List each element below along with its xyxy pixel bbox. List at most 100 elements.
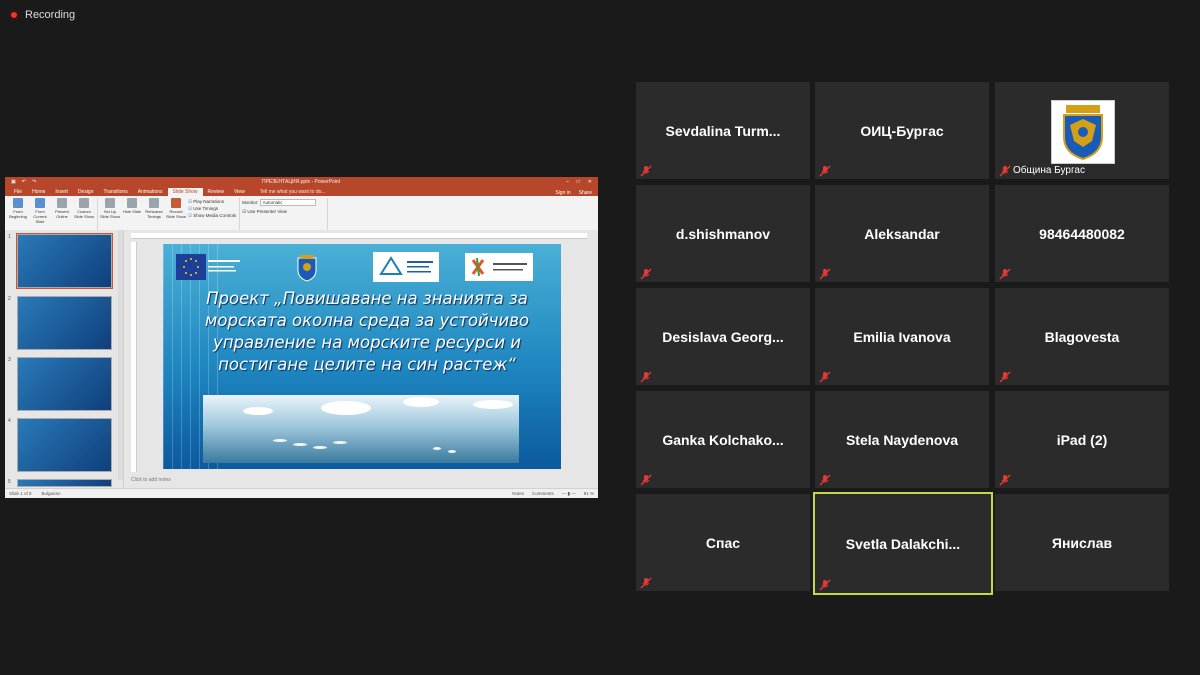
thumbnails-scrollbar[interactable] <box>118 230 123 480</box>
present-online-button[interactable]: Present Online <box>52 198 72 231</box>
share-button[interactable]: Share <box>579 190 592 196</box>
participant-tile[interactable]: ОИЦ-Бургас <box>815 82 989 179</box>
participant-tile[interactable]: Община Бургас <box>995 82 1169 179</box>
tab-insert[interactable]: Insert <box>50 188 73 196</box>
muted-mic-icon <box>640 371 652 383</box>
muted-mic-icon <box>640 577 652 589</box>
notes-placeholder[interactable]: Click to add notes <box>131 477 171 483</box>
slide-thumbnail-image <box>17 357 112 411</box>
close-icon[interactable]: ✕ <box>588 179 592 185</box>
slide-thumbnail-4[interactable]: 4 <box>8 418 112 472</box>
slide-thumbnail-image <box>17 418 112 472</box>
maximize-icon[interactable]: □ <box>577 179 580 185</box>
powerpoint-status-bar: Slide 1 of 8 Bulgarian Notes Comments — … <box>5 488 598 498</box>
slide-thumbnails-pane: 1 2 3 4 5 <box>5 230 124 488</box>
muted-mic-icon <box>999 474 1011 486</box>
record-icon <box>171 198 181 208</box>
zoom-level[interactable]: 91 % <box>584 491 594 497</box>
zoom-slider[interactable]: — ▮ — <box>562 491 576 497</box>
participant-avatar <box>1051 100 1115 164</box>
minimize-icon[interactable]: – <box>566 179 569 185</box>
notes-button[interactable]: Notes <box>512 491 524 497</box>
muted-mic-icon <box>999 165 1011 177</box>
participant-name: Община Бургас <box>1013 165 1085 176</box>
muted-mic-icon <box>819 474 831 486</box>
participant-tile[interactable]: Sevdalina Turm... <box>636 82 810 179</box>
participant-tile[interactable]: Aleksandar <box>815 185 989 282</box>
rehearse-timings-button[interactable]: Rehearse Timings <box>144 198 164 231</box>
participant-tile[interactable]: Stela Naydenova <box>815 391 989 488</box>
participant-tile-active-speaker[interactable]: Svetla Dalakchi... <box>813 492 993 595</box>
participant-tile[interactable]: Ganka Kolchako... <box>636 391 810 488</box>
slideshow-icon <box>13 198 23 208</box>
monitor-label: Monitor: <box>242 200 259 205</box>
participant-name: 98464480082 <box>1039 225 1125 242</box>
tab-file[interactable]: File <box>9 188 27 196</box>
participant-tile[interactable]: 98464480082 <box>995 185 1169 282</box>
participant-tile[interactable]: Янислав <box>995 494 1169 591</box>
use-presenter-view-checkbox[interactable]: ☑ Use Presenter View <box>242 209 324 215</box>
from-current-slide-button[interactable]: From Current Slide <box>30 198 50 231</box>
undo-icon[interactable]: ↶ <box>22 179 26 185</box>
participant-name: Aleksandar <box>864 225 940 242</box>
slide-counter: Slide 1 of 8 <box>9 491 32 496</box>
quick-access-toolbar[interactable]: ▣ ↶ ↷ <box>11 179 36 185</box>
powerpoint-title-bar: ▣ ↶ ↷ ПРЕЗЕНТАЦИЯ.pptx - PowerPoint – □ … <box>5 177 598 187</box>
participant-name: Desislava Georg... <box>662 328 784 345</box>
record-slide-show-button[interactable]: Record Slide Show <box>166 198 186 231</box>
slideshow-icon <box>35 198 45 208</box>
tab-home[interactable]: Home <box>27 188 50 196</box>
slide-thumbnail-1[interactable]: 1 <box>8 233 113 289</box>
show-media-controls-checkbox[interactable]: Show Media Controls <box>188 213 236 219</box>
tab-slide-show[interactable]: Slide Show <box>167 188 203 196</box>
play-narrations-checkbox[interactable]: Play Narrations <box>188 199 236 205</box>
fisheries-programme-logo <box>465 253 533 281</box>
powerpoint-workspace: 1 2 3 4 5 Проект „Повишаване на знанията… <box>5 230 598 488</box>
slide-thumbnail-image <box>17 479 112 487</box>
participant-tile[interactable]: Blagovesta <box>995 288 1169 385</box>
setup-icon <box>105 198 115 208</box>
slide-thumbnail-image <box>16 233 113 289</box>
group-start-slide-show: From Beginning From Current Slide Presen… <box>8 198 98 231</box>
recording-indicator: Recording <box>9 9 75 21</box>
custom-slide-show-button[interactable]: Custom Slide Show <box>74 198 94 231</box>
slide-thumbnail-5[interactable]: 5 <box>8 479 112 487</box>
recording-label: Recording <box>25 9 76 21</box>
use-timings-checkbox[interactable]: Use Timings <box>188 206 236 212</box>
group-monitors: Monitor: Automatic ☑ Use Presenter View <box>242 198 329 231</box>
participant-name: Emilia Ivanova <box>853 328 951 345</box>
sign-in-link[interactable]: Sign in <box>555 190 570 196</box>
tab-view[interactable]: View <box>229 188 250 196</box>
tab-review[interactable]: Review <box>203 188 229 196</box>
muted-mic-icon <box>819 371 831 383</box>
slide-thumbnail-2[interactable]: 2 <box>8 296 112 350</box>
tell-me-search[interactable]: Tell me what you want to do... <box>256 188 330 196</box>
monitor-select[interactable]: Automatic <box>259 199 316 206</box>
participant-tile[interactable]: Desislava Georg... <box>636 288 810 385</box>
participant-name: Ganka Kolchako... <box>662 431 784 448</box>
tab-design[interactable]: Design <box>73 188 99 196</box>
fisheries-group-logo <box>373 252 439 282</box>
save-icon[interactable]: ▣ <box>11 179 16 185</box>
participant-tile[interactable]: iPad (2) <box>995 391 1169 488</box>
participant-name: Янислав <box>1051 534 1113 551</box>
slide-thumbnail-3[interactable]: 3 <box>8 357 112 411</box>
tab-transitions[interactable]: Transitions <box>99 188 133 196</box>
participant-tile[interactable]: Emilia Ivanova <box>815 288 989 385</box>
hide-slide-button[interactable]: Hide Slide <box>122 198 142 231</box>
operational-programme-logo <box>208 258 240 276</box>
from-beginning-button[interactable]: From Beginning <box>8 198 28 231</box>
tab-animations[interactable]: Animations <box>133 188 168 196</box>
slide-title: Проект „Повишаване на знанията за морска… <box>204 289 530 374</box>
language-indicator[interactable]: Bulgarian <box>42 491 61 496</box>
shared-screen: ▣ ↶ ↷ ПРЕЗЕНТАЦИЯ.pptx - PowerPoint – □ … <box>5 177 598 498</box>
set-up-slide-show-button[interactable]: Set Up Slide Show <box>100 198 120 231</box>
participant-tile[interactable]: Спас <box>636 494 810 591</box>
muted-mic-icon <box>640 165 652 177</box>
comments-button[interactable]: Comments <box>532 491 554 497</box>
participant-tile[interactable]: d.shishmanov <box>636 185 810 282</box>
current-slide[interactable]: Проект „Повишаване на знанията за морска… <box>163 244 561 469</box>
ribbon: From Beginning From Current Slide Presen… <box>5 196 598 234</box>
muted-mic-icon <box>640 474 652 486</box>
muted-mic-icon <box>999 371 1011 383</box>
